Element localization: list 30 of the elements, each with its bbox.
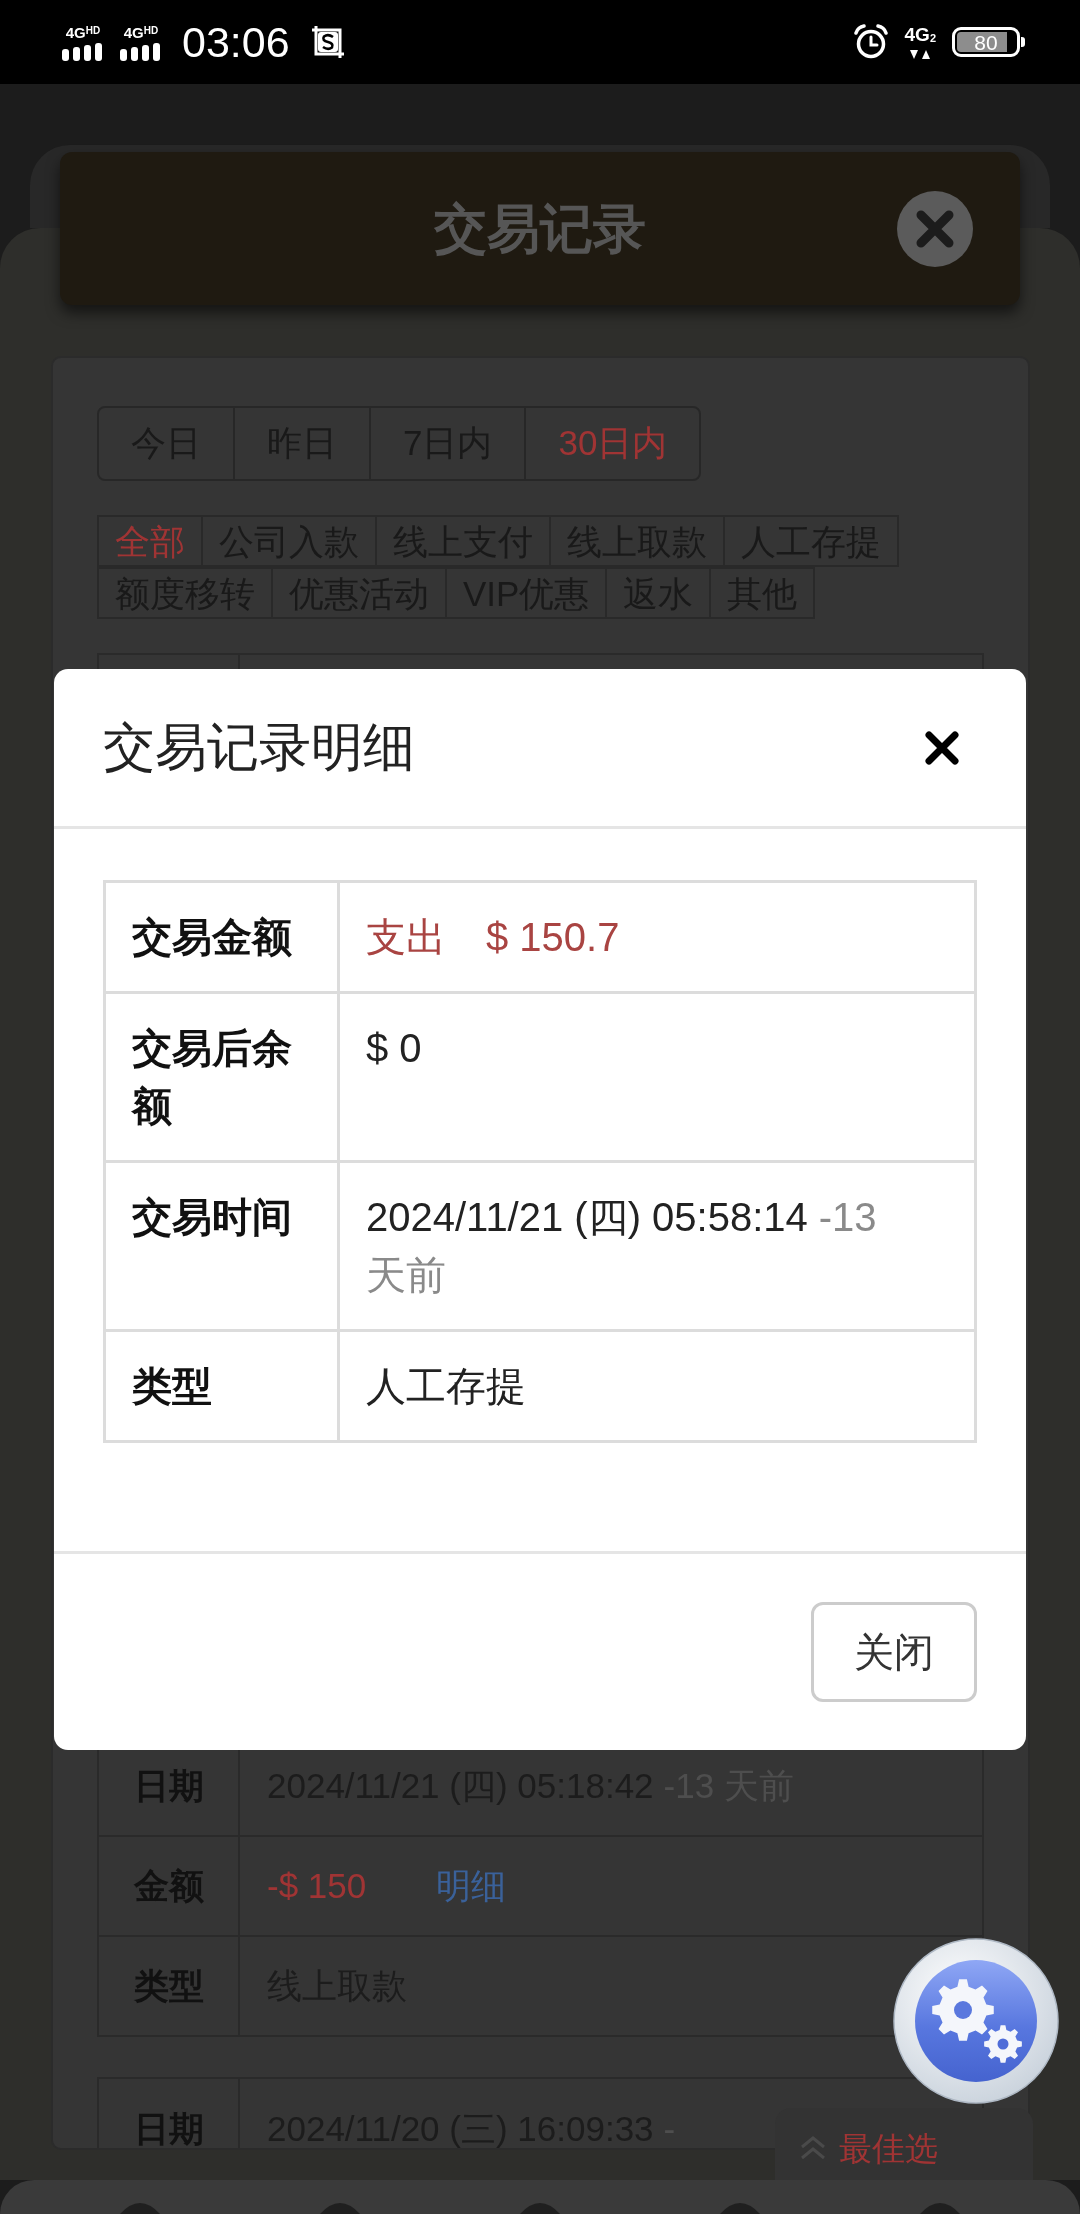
signal-icon (61, 42, 105, 61)
field-label: 类型 (132, 1364, 212, 1408)
dialog-title: 交易记录明细 (103, 718, 415, 777)
date-text: 2024/11/21 (四) 05:58:14 -13 天前 (366, 1195, 877, 1297)
screenshot-icon (311, 26, 344, 58)
amount-text: $ 150.7 (486, 915, 620, 959)
value-text: $ 0 (366, 1026, 422, 1070)
data-arrows-icon (909, 48, 932, 60)
field-label: 交易金额 (132, 915, 292, 959)
field-label: 交易时间 (132, 1195, 292, 1239)
settings-icon[interactable] (893, 1938, 1059, 2104)
battery-level-text: 80 (974, 31, 998, 53)
category-tab[interactable]: 全部 (97, 515, 203, 567)
double-chevron-up-icon (799, 2135, 827, 2161)
alarm-clock-icon (852, 24, 889, 60)
signal-icon (119, 42, 163, 61)
close-icon (925, 730, 959, 765)
page-title: 交易记录 (434, 202, 646, 255)
date-tab[interactable]: 30日内 (524, 406, 702, 481)
network-label: 4G$^{HD}$ (65, 23, 101, 40)
direction-text: 支出 (366, 915, 446, 959)
field-label: 交易后余额 (132, 1026, 292, 1128)
close-button[interactable]: 关闭 (811, 1602, 977, 1702)
floating-tab[interactable]: 最佳选 (775, 2108, 1033, 2180)
detail-link[interactable]: 明细 (436, 1865, 507, 1907)
amount-text: -$ 150 (267, 1865, 367, 1907)
clock-text: 03:06 (182, 20, 290, 64)
network-label: 4G$^{HD}$ (123, 23, 159, 40)
close-icon (916, 209, 954, 248)
value-text: 人工存提 (366, 1364, 526, 1408)
